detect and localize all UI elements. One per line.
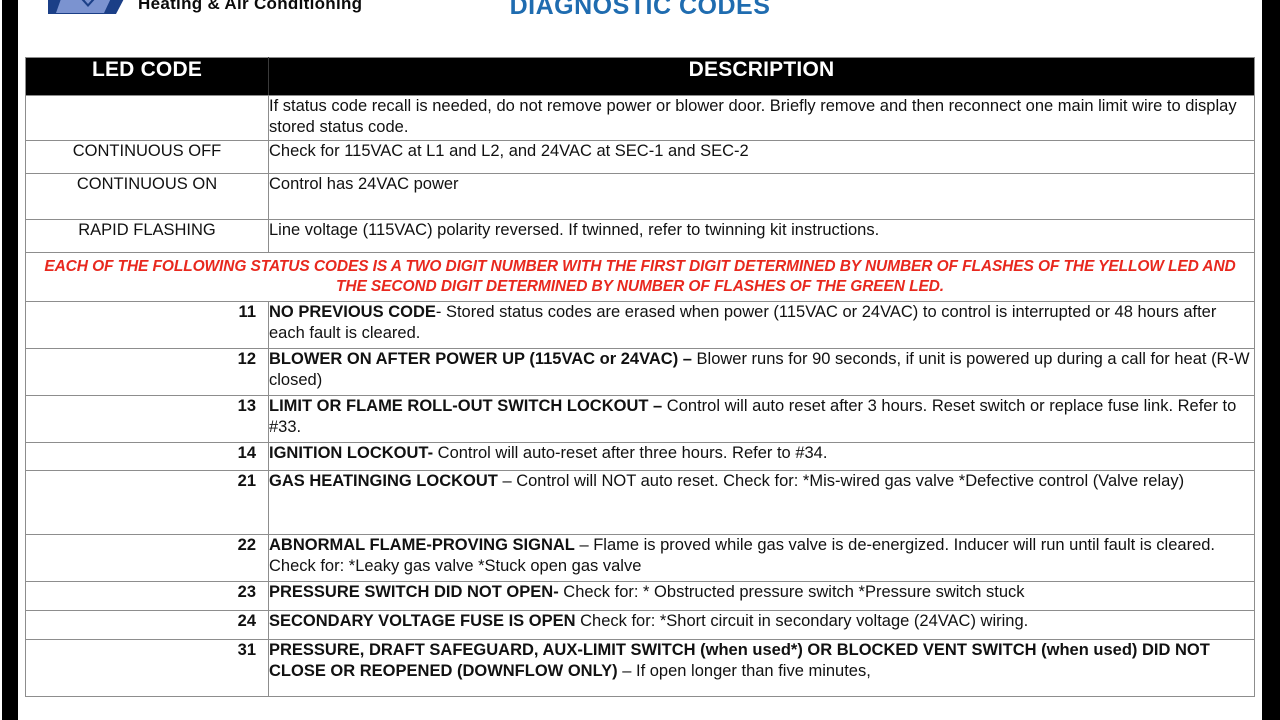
cell-description: BLOWER ON AFTER POWER UP (115VAC or 24VA… — [268, 348, 1255, 396]
cell-led-code: 13 — [25, 395, 269, 443]
cell-description: ABNORMAL FLAME-PROVING SIGNAL – Flame is… — [268, 534, 1255, 582]
desc-text: – If open longer than five minutes, — [617, 662, 871, 681]
scan-edge-bar-left — [2, 0, 18, 720]
cell-led-code: 12 — [25, 348, 269, 396]
cell-description: Check for 115VAC at L1 and L2, and 24VAC… — [268, 140, 1255, 174]
table-row: 24 SECONDARY VOLTAGE FUSE IS OPEN Check … — [25, 610, 1255, 640]
desc-text: Control will auto-reset after three hour… — [433, 444, 828, 462]
desc-text: Check for 115VAC at L1 and L2, and 24VAC… — [269, 142, 749, 160]
table-row: 11 NO PREVIOUS CODE- Stored status codes… — [25, 301, 1255, 349]
table-row: 12 BLOWER ON AFTER POWER UP (115VAC or 2… — [25, 348, 1255, 396]
cell-led-code: 11 — [25, 301, 269, 349]
table-row: 21 GAS HEATINGING LOCKOUT – Control will… — [25, 470, 1255, 535]
scanned-page: Heating & Air Conditioning DIAGNOSTIC CO… — [0, 0, 1280, 720]
desc-text: Line voltage (115VAC) polarity reversed.… — [269, 221, 880, 239]
desc-bold: GAS HEATINGING LOCKOUT — [269, 472, 498, 490]
cell-led-code: CONTINUOUS OFF — [25, 140, 269, 174]
page-header: Heating & Air Conditioning DIAGNOSTIC CO… — [0, 0, 1280, 28]
cell-led-code: 21 — [25, 470, 269, 535]
page-title: DIAGNOSTIC CODES — [509, 0, 771, 20]
desc-bold: LIMIT OR FLAME ROLL-OUT SWITCH LOCKOUT – — [269, 397, 663, 415]
cell-description: GAS HEATINGING LOCKOUT – Control will NO… — [268, 470, 1255, 535]
cell-description: If status code recall is needed, do not … — [268, 95, 1255, 141]
table-row: CONTINUOUS ON Control has 24VAC power — [25, 173, 1255, 220]
table-note-row: EACH OF THE FOLLOWING STATUS CODES IS A … — [25, 252, 1255, 302]
table-row: 13 LIMIT OR FLAME ROLL-OUT SWITCH LOCKOU… — [25, 395, 1255, 443]
cell-led-code: 23 — [25, 581, 269, 611]
desc-text: – Control will NOT auto reset. Check for… — [497, 472, 1185, 490]
cell-description: LIMIT OR FLAME ROLL-OUT SWITCH LOCKOUT –… — [268, 395, 1255, 443]
cell-led-code: 31 — [25, 639, 269, 697]
cell-description: IGNITION LOCKOUT- Control will auto-rese… — [268, 442, 1255, 471]
diagnostic-codes-table-wrapper: LED CODE DESCRIPTION If status code reca… — [25, 57, 1255, 697]
desc-bold: IGNITION LOCKOUT- — [269, 444, 434, 462]
desc-text: Control has 24VAC power — [269, 175, 459, 193]
table-row: 23 PRESSURE SWITCH DID NOT OPEN- Check f… — [25, 581, 1255, 611]
desc-text: Check for: * Obstructed pressure switch … — [558, 583, 1025, 601]
desc-bold: NO PREVIOUS CODE — [269, 303, 436, 321]
cell-led-code: 14 — [25, 442, 269, 471]
desc-bold: PRESSURE SWITCH DID NOT OPEN- — [269, 583, 559, 601]
cell-description: PRESSURE, DRAFT SAFEGUARD, AUX-LIMIT SWI… — [268, 639, 1255, 697]
desc-bold: ABNORMAL FLAME-PROVING SIGNAL — [269, 536, 575, 554]
cell-led-code: CONTINUOUS ON — [25, 173, 269, 220]
cell-description: NO PREVIOUS CODE- Stored status codes ar… — [268, 301, 1255, 349]
desc-bold: SECONDARY VOLTAGE FUSE IS OPEN — [269, 612, 576, 630]
table-row: 14 IGNITION LOCKOUT- Control will auto-r… — [25, 442, 1255, 471]
table-row: 31 PRESSURE, DRAFT SAFEGUARD, AUX-LIMIT … — [25, 639, 1255, 697]
cell-led-code — [25, 95, 269, 141]
table-header: LED CODE DESCRIPTION — [25, 57, 1255, 96]
cell-description: SECONDARY VOLTAGE FUSE IS OPEN Check for… — [268, 610, 1255, 640]
table-row: RAPID FLASHING Line voltage (115VAC) pol… — [25, 219, 1255, 253]
scan-edge-bar-right — [1262, 0, 1280, 720]
cell-description: Control has 24VAC power — [268, 173, 1255, 220]
cell-description: PRESSURE SWITCH DID NOT OPEN- Check for:… — [268, 581, 1255, 611]
desc-bold: BLOWER ON AFTER POWER UP (115VAC or 24VA… — [269, 350, 692, 368]
table-header-row: LED CODE DESCRIPTION — [25, 57, 1255, 96]
desc-text: If status code recall is needed, do not … — [269, 97, 1237, 137]
diagnostic-codes-table: LED CODE DESCRIPTION If status code reca… — [25, 57, 1255, 697]
table-row: CONTINUOUS OFF Check for 115VAC at L1 an… — [25, 140, 1255, 174]
cell-led-code: 22 — [25, 534, 269, 582]
table-body: If status code recall is needed, do not … — [25, 95, 1255, 697]
cell-led-code: 24 — [25, 610, 269, 640]
desc-text: Check for: *Short circuit in secondary v… — [575, 612, 1029, 630]
column-header-led-code: LED CODE — [25, 57, 269, 96]
cell-led-code: RAPID FLASHING — [25, 219, 269, 253]
table-row: If status code recall is needed, do not … — [25, 95, 1255, 141]
cell-description: Line voltage (115VAC) polarity reversed.… — [268, 219, 1255, 253]
status-code-note: EACH OF THE FOLLOWING STATUS CODES IS A … — [25, 252, 1255, 302]
column-header-description: DESCRIPTION — [268, 57, 1255, 96]
table-row: 22 ABNORMAL FLAME-PROVING SIGNAL – Flame… — [25, 534, 1255, 582]
